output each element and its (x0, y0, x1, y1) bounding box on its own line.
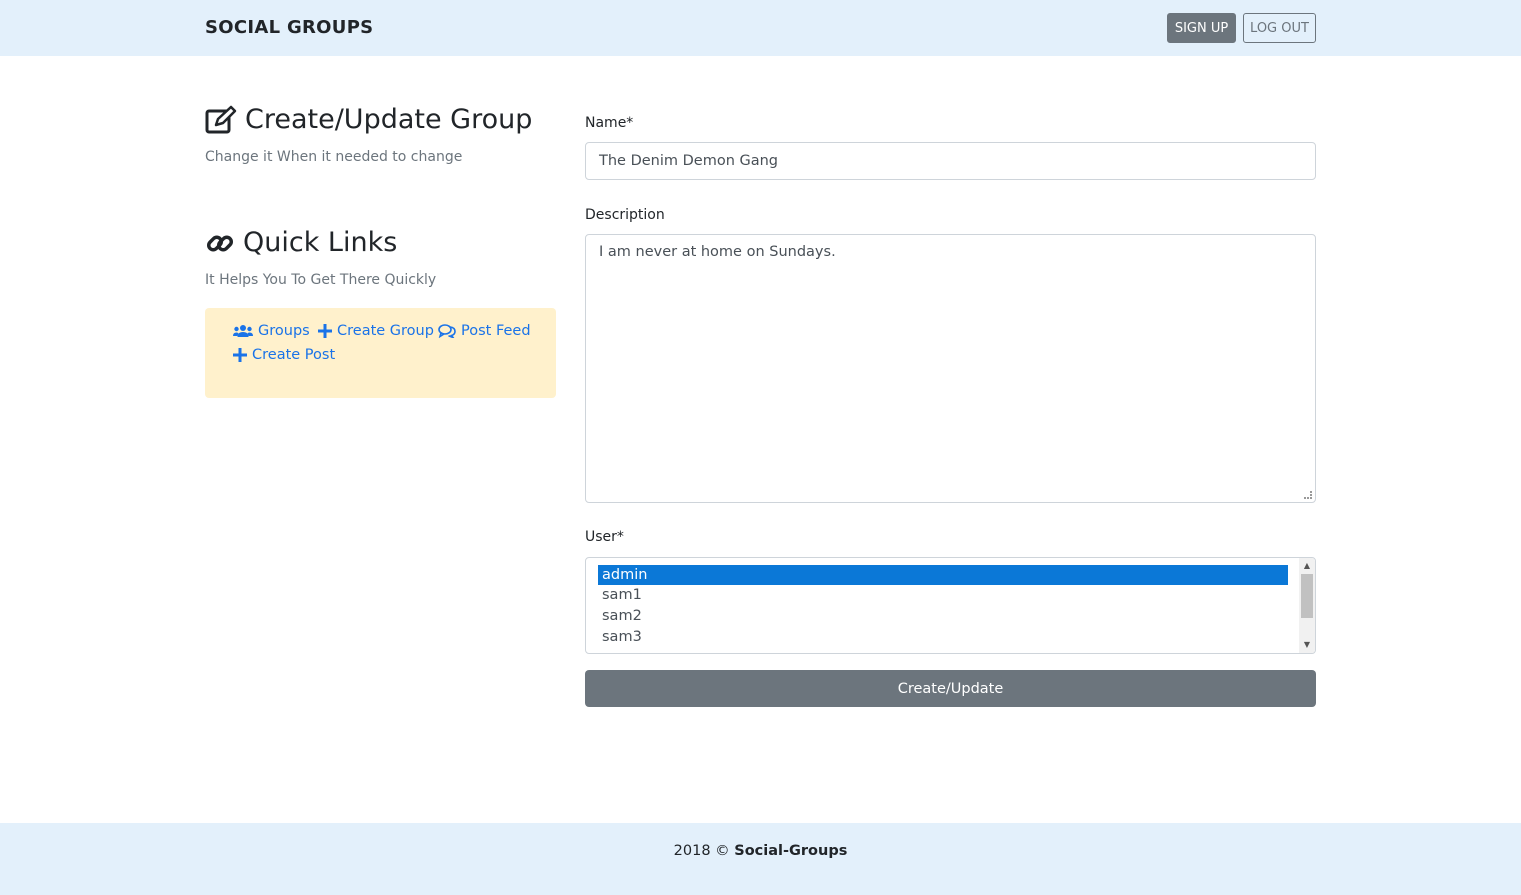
plus-icon (233, 348, 247, 362)
quick-link-create-group-label: Create Group (337, 323, 434, 339)
name-input-value: The Denim Demon Gang (599, 153, 779, 169)
quick-link-groups-label: Groups (258, 323, 310, 339)
user-label: User* (585, 529, 624, 545)
scrollbar-thumb[interactable] (1301, 574, 1313, 618)
quick-link-create-group[interactable]: Create Group (318, 323, 434, 339)
quick-link-post-feed[interactable]: Post Feed (438, 323, 531, 339)
scroll-down-icon[interactable]: ▼ (1299, 638, 1315, 652)
quick-link-create-post[interactable]: Create Post (233, 347, 335, 363)
quick-links-panel: Groups Create Group Post Feed Create Pos… (205, 308, 556, 398)
link-icon (206, 234, 234, 252)
quick-links-title: Quick Links (205, 227, 397, 258)
sign-up-button[interactable]: SIGN UP (1167, 13, 1236, 43)
resize-handle-icon[interactable] (1304, 491, 1312, 499)
scroll-up-icon[interactable]: ▲ (1299, 559, 1315, 573)
log-out-button[interactable]: LOG OUT (1243, 13, 1316, 43)
page-title: Create/Update Group (205, 104, 532, 135)
description-label: Description (585, 207, 665, 223)
page-title-text: Create/Update Group (245, 104, 533, 135)
create-update-button[interactable]: Create/Update (585, 670, 1316, 707)
edit-icon (205, 105, 237, 133)
user-option-sam1[interactable]: sam1 (598, 585, 1288, 605)
user-option-sam3[interactable]: sam3 (598, 627, 1288, 647)
footer-year: 2018 © (673, 843, 730, 859)
name-label: Name* (585, 115, 634, 131)
quick-links-title-text: Quick Links (243, 227, 398, 258)
user-select-scrollbar[interactable]: ▲ ▼ (1299, 558, 1315, 653)
description-value: I am never at home on Sundays. (599, 244, 836, 260)
page-subtitle: Change it When it needed to change (205, 149, 463, 165)
name-input[interactable]: The Denim Demon Gang (585, 142, 1316, 180)
plus-icon (318, 324, 332, 338)
quick-link-post-feed-label: Post Feed (461, 323, 531, 339)
navbar: SOCIAL GROUPS SIGN UP LOG OUT (0, 0, 1521, 56)
user-option-sam2[interactable]: sam2 (598, 606, 1288, 626)
user-option-admin[interactable]: admin (598, 565, 1288, 585)
users-icon (233, 325, 253, 337)
comments-icon (438, 324, 456, 338)
footer-text: 2018 © Social-Groups (0, 843, 1521, 859)
quick-link-groups[interactable]: Groups (233, 323, 310, 339)
quick-link-create-post-label: Create Post (252, 347, 336, 363)
footer: 2018 © Social-Groups (0, 823, 1521, 895)
description-textarea[interactable]: I am never at home on Sundays. (585, 234, 1316, 503)
user-select[interactable]: admin sam1 sam2 sam3 ▲ ▼ (585, 557, 1316, 654)
brand-logo[interactable]: SOCIAL GROUPS (205, 17, 373, 38)
quick-links-subtitle: It Helps You To Get There Quickly (205, 272, 437, 288)
footer-site-name: Social-Groups (734, 843, 848, 859)
